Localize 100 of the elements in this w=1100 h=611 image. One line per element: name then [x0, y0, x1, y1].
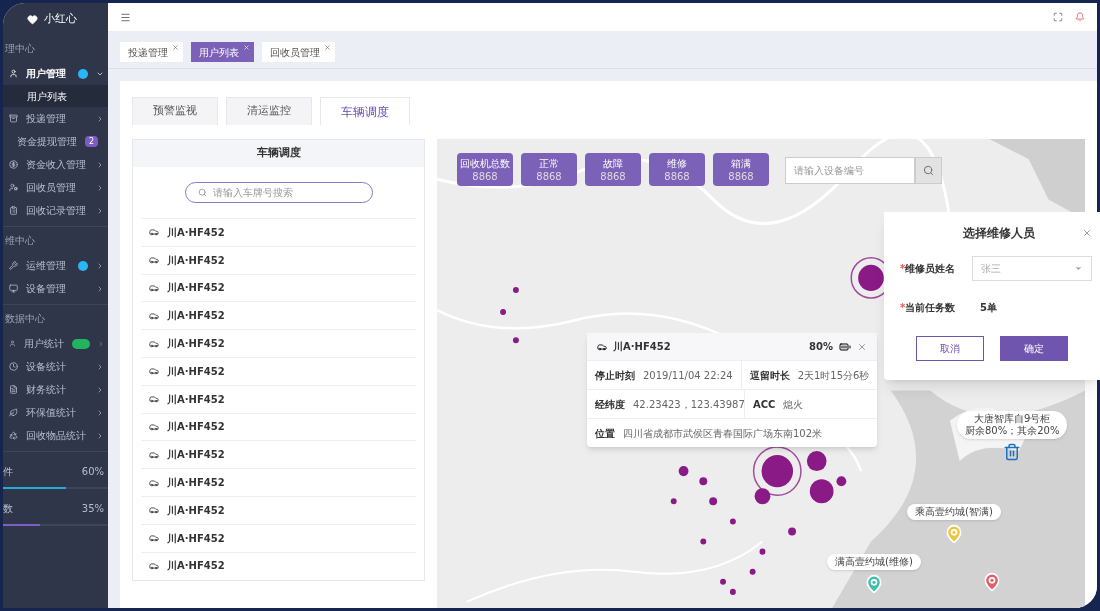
chevron-right-icon — [96, 160, 104, 169]
user-gear-icon — [9, 183, 18, 192]
close-icon[interactable] — [857, 341, 867, 352]
stat-tile[interactable]: 正常 8868 — [521, 153, 577, 186]
field-value: 四川省成都市武侯区青春国际广场东南102米 — [623, 426, 823, 441]
wrench-icon — [9, 261, 18, 270]
chevron-right-icon — [96, 114, 104, 123]
sidebar-item[interactable]: 设备统计 — [3, 355, 108, 378]
page-tab[interactable]: 回收员管理 — [262, 42, 335, 62]
chevron-right-icon — [96, 362, 104, 371]
sidebar-item[interactable]: 回收员管理 — [3, 176, 108, 199]
count-badge: 2 — [85, 136, 99, 147]
stat-tile[interactable]: 回收机总数 8868 — [457, 153, 513, 186]
panel-title: 车辆调度 — [133, 140, 424, 167]
view-tab[interactable]: 清运监控 — [226, 97, 312, 125]
car-icon — [597, 341, 607, 352]
leaf-icon — [9, 408, 18, 417]
sidebar-item[interactable]: 投递管理 — [3, 107, 108, 130]
bell-icon[interactable] — [1075, 12, 1085, 22]
stat-tile[interactable]: 维修 8868 — [649, 153, 705, 186]
sidebar-item[interactable]: 回收物品统计 — [3, 424, 108, 447]
car-icon — [149, 310, 159, 321]
field-label: 逗留时长 — [749, 368, 790, 383]
meter-label: 数 — [3, 502, 13, 516]
view-tab[interactable]: 车辆调度 — [320, 97, 410, 125]
vehicle-row[interactable]: 川A·HF452 — [141, 245, 416, 274]
close-icon[interactable] — [172, 44, 179, 51]
vehicle-row[interactable]: 川A·HF452 — [141, 468, 416, 496]
car-icon — [149, 449, 159, 460]
car-icon — [149, 338, 159, 349]
sidebar-item[interactable]: 用户管理 — [3, 62, 108, 85]
field-label: *维修员姓名 — [900, 262, 957, 276]
brand-name: 小红心 — [44, 10, 77, 27]
tooltip-text: 满高壹约城(维修) — [835, 556, 913, 568]
confirm-button[interactable]: 确定 — [1000, 336, 1068, 361]
chevron-right-icon — [97, 339, 104, 348]
vehicle-row[interactable]: 川A·HF452 — [141, 301, 416, 330]
search-icon — [197, 188, 207, 197]
vehicle-row[interactable]: 川A·HF452 — [141, 440, 416, 469]
fullscreen-icon[interactable] — [1053, 12, 1063, 22]
field-value: 5单 — [979, 301, 997, 315]
vehicle-row[interactable]: 川A·HF452 — [141, 329, 416, 357]
tooltip-text: 大唐智库自9号柜 — [974, 413, 1051, 425]
clipboard-icon — [9, 206, 18, 215]
view-tab[interactable]: 预警监视 — [132, 97, 218, 125]
vehicle-row[interactable]: 川A·HF452 — [141, 384, 416, 413]
tooltip-text: 乘高壹约城(智满) — [915, 506, 993, 518]
trash-bin-icon — [1003, 443, 1022, 461]
vehicle-row[interactable]: 川A·HF452 — [141, 523, 416, 552]
submenu-item[interactable]: 用户列表 — [3, 85, 108, 107]
field-label: 位置 — [595, 426, 615, 441]
group-heading: 数据中心 — [4, 312, 46, 326]
car-icon — [149, 505, 159, 516]
sidebar-item[interactable]: 回收记录管理 — [3, 199, 108, 222]
dialog-title: 选择维修人员 — [962, 225, 1036, 242]
stat-tile[interactable]: 故障 8868 — [585, 153, 641, 186]
meter-reading: 60% — [81, 465, 104, 479]
page-tab[interactable]: 用户列表 — [191, 42, 254, 62]
stat-tile[interactable]: 箱满 8868 — [713, 153, 769, 186]
box-icon — [9, 114, 18, 123]
sidebar-item[interactable]: 资金收入管理 — [3, 153, 108, 176]
sidebar-item[interactable]: 财务统计 — [3, 378, 108, 401]
close-icon[interactable] — [1082, 228, 1092, 238]
car-icon — [149, 283, 159, 293]
field-label: 停止时刻 — [595, 368, 635, 383]
vehicle-row[interactable]: 川A·HF452 — [141, 357, 416, 385]
chevron-right-icon — [96, 206, 104, 215]
vehicle-row[interactable]: 川A·HF452 — [141, 551, 416, 580]
vehicle-row[interactable]: 川A·HF452 — [141, 218, 416, 246]
cancel-button[interactable]: 取消 — [916, 336, 984, 361]
meter-reading: 35% — [81, 502, 104, 516]
coin-icon — [9, 160, 18, 169]
document-icon — [9, 385, 18, 394]
battery-reading: 80% — [809, 340, 833, 354]
user-icon — [9, 69, 18, 78]
popup-plate: 川A·HF452 — [613, 340, 672, 354]
status-pill — [71, 338, 90, 349]
chevron-right-icon — [96, 183, 104, 192]
car-icon — [149, 255, 159, 266]
sidebar-item[interactable]: 运维管理 — [3, 254, 108, 277]
sidebar-item[interactable]: 设备管理 — [3, 277, 108, 300]
menu-icon[interactable] — [120, 11, 131, 23]
close-icon[interactable] — [324, 44, 331, 51]
chevron-right-icon — [96, 261, 104, 270]
vehicle-row[interactable]: 川A·HF452 — [141, 412, 416, 441]
page-tab[interactable]: 投递管理 — [120, 42, 183, 62]
field-value: 42.23423，123.43987 — [633, 397, 745, 412]
sidebar-item[interactable]: 环保值统计 — [3, 401, 108, 424]
recycle-icon — [9, 431, 18, 440]
vehicle-row[interactable]: 川A·HF452 — [141, 273, 416, 302]
chevron-right-icon — [96, 431, 104, 440]
field-label: 经纬度 — [595, 397, 625, 412]
chevron-right-icon — [96, 408, 104, 417]
sidebar-item[interactable]: 用户统计 — [3, 332, 108, 355]
vehicle-row[interactable]: 川A·HF452 — [141, 495, 416, 524]
car-icon — [149, 394, 159, 405]
group-heading: 理中心 — [4, 42, 36, 56]
field-value: 2019/11/04 22:24 — [643, 368, 733, 383]
field-label: *当前任务数 — [900, 301, 957, 315]
search-button[interactable] — [915, 157, 942, 184]
